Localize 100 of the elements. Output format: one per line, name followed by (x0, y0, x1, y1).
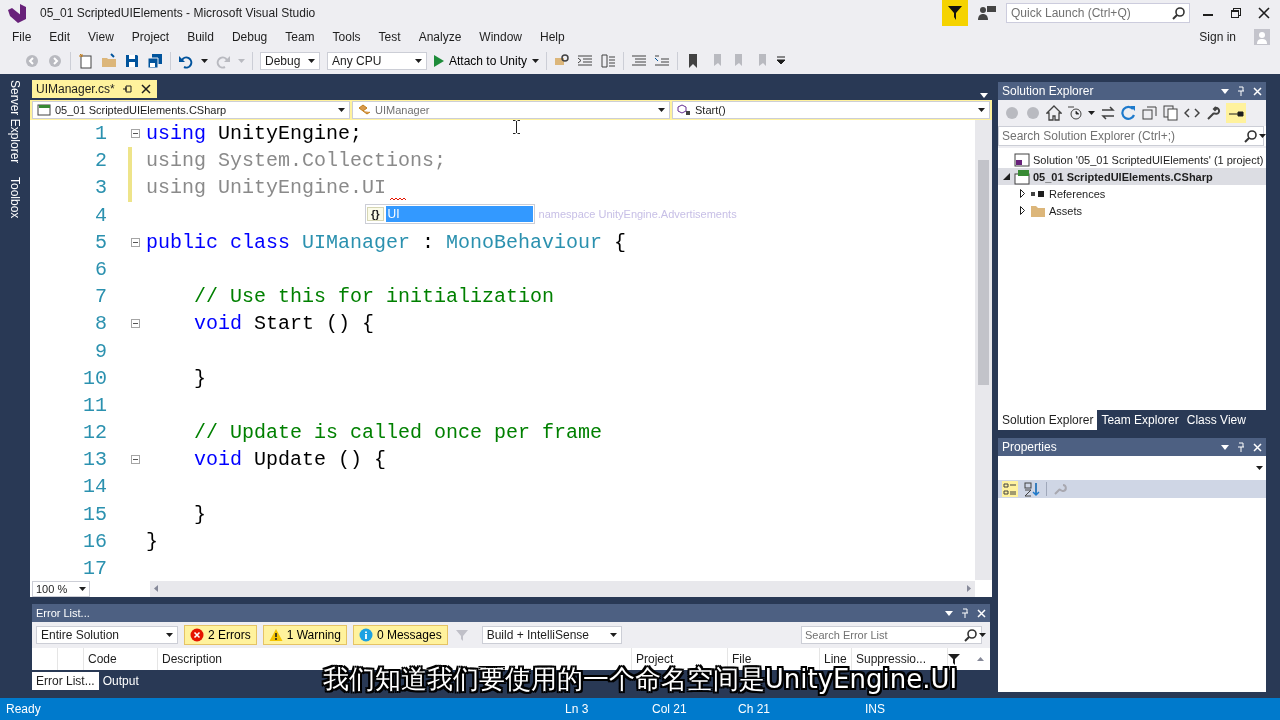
caret-icon[interactable] (338, 108, 345, 112)
document-tab[interactable]: UIManager.cs* (32, 80, 157, 98)
panel-tab[interactable]: Team Explorer (1097, 410, 1183, 430)
caret-icon[interactable] (532, 59, 540, 63)
save-all-icon[interactable] (147, 53, 163, 69)
undo-icon[interactable] (178, 53, 194, 69)
configuration-dropdown[interactable]: Debug (260, 52, 320, 70)
panel-tab[interactable]: Error List... (32, 672, 99, 690)
search-field[interactable]: Search Error List (801, 626, 982, 644)
scroll-right-icon[interactable] (967, 585, 971, 592)
tab-menu-icon[interactable] (980, 93, 988, 98)
panel-tab[interactable]: Output (98, 672, 143, 690)
code-line: public class UIManager : MonoBehaviour { (146, 229, 627, 256)
collapse-icon[interactable] (131, 237, 140, 247)
panel-tab[interactable]: Class View (1182, 410, 1250, 430)
categorized-icon[interactable] (1002, 481, 1018, 497)
sign-in-link[interactable]: Sign in (1199, 30, 1236, 44)
menu-item[interactable]: Team (276, 30, 324, 44)
menu-item[interactable]: Debug (222, 30, 277, 44)
restore-icon[interactable] (1230, 7, 1242, 19)
type-dropdown[interactable]: UIManager (352, 101, 670, 119)
line-number: 14 (82, 474, 108, 501)
caret-icon[interactable] (415, 59, 422, 63)
collapse-icon[interactable] (131, 129, 140, 138)
platform-dropdown[interactable]: Any CPU (327, 52, 427, 70)
search-field[interactable]: Search Solution Explorer (Ctrl+;) (998, 126, 1264, 146)
close-icon[interactable] (140, 84, 151, 94)
panel-menu-icon[interactable] (945, 610, 953, 616)
menu-item[interactable]: Analyze (409, 30, 471, 44)
line-number: 17 (82, 556, 108, 580)
copy-icon[interactable] (1163, 105, 1179, 121)
menu-item[interactable]: Tools (323, 30, 370, 44)
menu-item[interactable]: Test (369, 30, 410, 44)
vertical-scrollbar[interactable] (975, 120, 992, 580)
home-icon[interactable] (1046, 105, 1062, 121)
project-dropdown[interactable]: 05_01 ScriptedUIElements.CSharp (32, 101, 350, 119)
caret-icon[interactable] (978, 108, 985, 112)
panel-menu-icon[interactable] (1221, 444, 1229, 450)
feedback-icon[interactable] (978, 5, 996, 21)
pin-icon[interactable] (122, 84, 133, 94)
history-icon[interactable] (1067, 105, 1083, 121)
menu-item[interactable]: Edit (40, 30, 80, 44)
member-dropdown[interactable]: Start() (672, 101, 990, 119)
scroll-up-icon[interactable] (977, 657, 984, 661)
menu-item[interactable]: Project (122, 30, 179, 44)
source-dropdown[interactable]: Build + IntelliSense (481, 626, 622, 644)
caret-icon[interactable] (79, 586, 86, 591)
menu-item[interactable]: Build (178, 30, 223, 44)
caret-icon[interactable] (979, 633, 986, 637)
side-tab[interactable]: Server Explorer (8, 80, 22, 164)
caret-icon[interactable] (166, 633, 173, 637)
warnings-filter-button[interactable]: 1 Warning (262, 625, 347, 645)
refresh-icon[interactable] (1121, 105, 1137, 121)
attach-button[interactable]: Attach to Unity (434, 54, 540, 68)
caret-icon[interactable] (658, 108, 665, 112)
panel-menu-icon[interactable] (1221, 88, 1229, 94)
scroll-left-icon[interactable] (154, 585, 158, 592)
collapse-icon[interactable] (131, 455, 140, 465)
column-indicator: Col 21 (652, 702, 687, 716)
folder-icon[interactable] (101, 53, 117, 69)
alphabetical-icon[interactable] (1024, 481, 1040, 497)
wrench-icon[interactable] (1205, 105, 1221, 121)
menu-item[interactable]: File (3, 30, 41, 44)
caret-icon[interactable] (1088, 111, 1095, 115)
messages-filter-button[interactable]: 0 Messages (352, 625, 448, 645)
filter-button[interactable] (942, 0, 968, 26)
tree-item[interactable]: 05_01 ScriptedUIElements.CSharp (998, 168, 1266, 185)
caret-icon[interactable] (201, 59, 208, 63)
collapse-icon[interactable] (131, 319, 140, 329)
collapsed-arrow-icon[interactable] (1020, 189, 1025, 198)
completion-list[interactable]: {} UI (365, 204, 535, 224)
overflow-icon[interactable] (777, 56, 786, 66)
quick-launch-field[interactable]: Quick Launch (Ctrl+Q) (1006, 3, 1190, 23)
tree-item[interactable]: Assets (998, 202, 1266, 219)
menu-item[interactable]: Window (470, 30, 531, 44)
tree-item[interactable]: Solution '05_01 ScriptedUIElements' (1 project) (998, 151, 1266, 168)
caret-icon[interactable] (1256, 466, 1263, 470)
side-tab[interactable]: Toolbox (8, 177, 22, 219)
close-icon[interactable] (1258, 7, 1270, 19)
line-number: 5 (94, 229, 108, 256)
sync-icon[interactable] (1100, 105, 1116, 121)
caret-icon[interactable] (609, 633, 617, 637)
errors-filter-button[interactable]: 2 Errors (184, 625, 257, 645)
namespace-icon: {} (367, 207, 384, 221)
tree-item[interactable]: References (998, 185, 1266, 202)
collapsed-arrow-icon[interactable] (1020, 206, 1025, 215)
scope-dropdown[interactable]: Entire Solution (36, 626, 178, 644)
caret-icon[interactable] (308, 59, 315, 63)
filter-icon[interactable] (948, 653, 960, 665)
menu-item[interactable]: Help (531, 30, 574, 44)
expanded-arrow-icon[interactable] (1003, 173, 1010, 180)
code-line: using System.Collections; (146, 148, 447, 175)
new-item-icon[interactable] (78, 53, 94, 69)
panel-tab[interactable]: Solution Explorer (998, 410, 1098, 430)
save-icon[interactable] (124, 53, 140, 69)
line-indicator: Ln 3 (565, 702, 589, 716)
line-number: 8 (94, 311, 108, 338)
menu-item[interactable]: View (79, 30, 123, 44)
horizontal-scrollbar[interactable] (150, 580, 975, 597)
zoom-dropdown[interactable]: 100 % (32, 580, 90, 597)
